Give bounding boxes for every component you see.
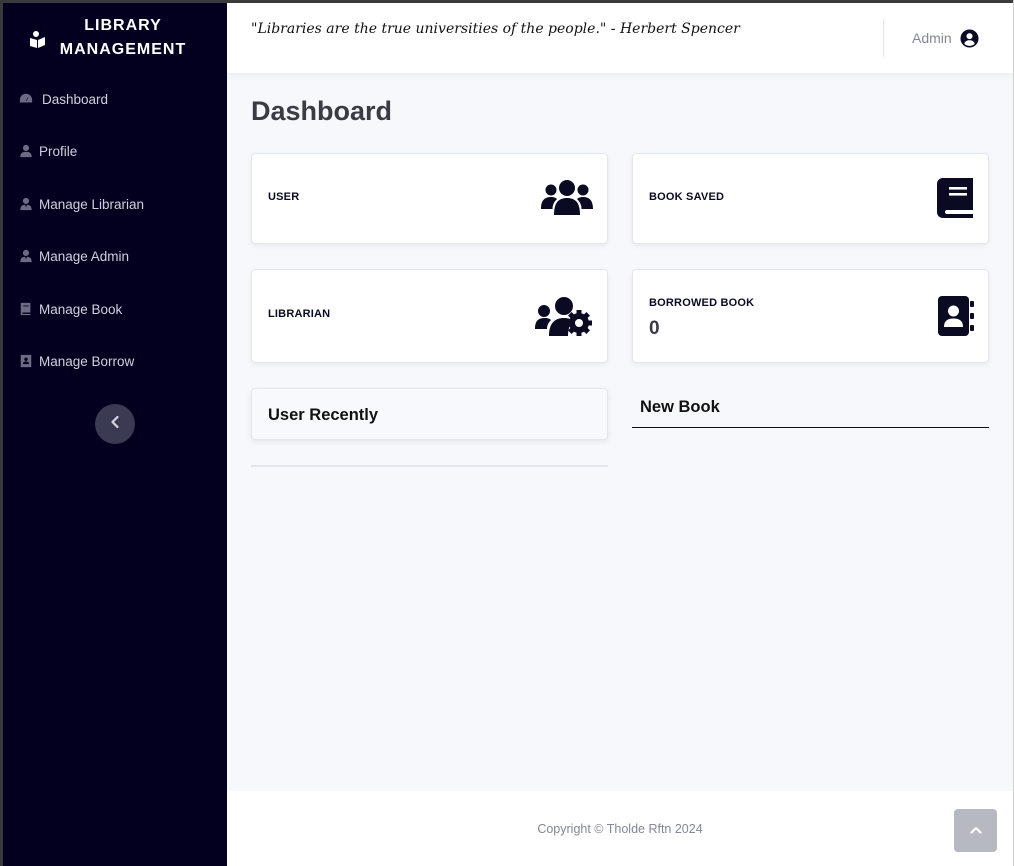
brand-title: LIBRARY MANAGEMENT xyxy=(48,14,198,62)
topbar: "Libraries are the true universities of … xyxy=(227,3,1013,73)
user-stat-card[interactable]: USER xyxy=(251,153,608,244)
topbar-divider xyxy=(883,19,884,57)
tachometer-icon xyxy=(18,91,34,107)
user-menu-dropdown[interactable]: Admin xyxy=(912,28,979,48)
copyright-text: Copyright © Tholde Rftn 2024 xyxy=(537,822,703,836)
new-book-title: New Book xyxy=(640,398,720,416)
user-circle-icon xyxy=(960,28,979,48)
sidebar-toggle-button[interactable] xyxy=(95,404,135,444)
book-saved-stat-card[interactable]: BOOK SAVED xyxy=(632,153,989,244)
card-label: BORROWED BOOK xyxy=(649,297,755,309)
window-left-border xyxy=(0,0,3,866)
sidebar-item-manage-admin[interactable]: Manage Admin xyxy=(0,236,227,276)
header-quote: "Libraries are the true universities of … xyxy=(251,21,740,37)
card-label: USER xyxy=(268,191,300,203)
user-tie-icon xyxy=(18,196,34,212)
sidebar-item-profile[interactable]: Profile xyxy=(0,131,227,171)
sidebar: LIBRARY MANAGEMENT Dashboard Profile Man… xyxy=(0,0,227,866)
address-book-icon xyxy=(18,353,34,369)
chevron-up-icon xyxy=(969,822,982,840)
sidebar-item-label: Manage Librarian xyxy=(39,196,145,212)
sidebar-item-manage-book[interactable]: Manage Book xyxy=(0,289,227,329)
sidebar-item-manage-librarian[interactable]: Manage Librarian xyxy=(0,184,227,224)
users-cog-icon xyxy=(535,296,593,341)
user-tie-icon xyxy=(18,248,34,264)
sidebar-item-manage-borrow[interactable]: Manage Borrow xyxy=(0,341,227,381)
librarian-stat-card[interactable]: LIBRARIAN xyxy=(251,269,608,363)
book-icon xyxy=(937,178,973,223)
sidebar-item-label: Dashboard xyxy=(42,91,109,107)
page-title: Dashboard xyxy=(251,96,393,126)
borrowed-book-stat-card[interactable]: BORROWED BOOK 0 xyxy=(632,269,989,363)
address-book-icon xyxy=(938,296,974,341)
window-top-border xyxy=(0,0,1014,3)
sidebar-item-dashboard[interactable]: Dashboard xyxy=(0,79,227,119)
brand-line-1: LIBRARY xyxy=(84,17,162,34)
sidebar-item-label: Manage Admin xyxy=(39,248,130,264)
user-icon xyxy=(18,143,34,159)
users-icon xyxy=(541,179,593,220)
footer: Copyright © Tholde Rftn 2024 xyxy=(227,791,1013,866)
book-reader-icon xyxy=(28,30,48,50)
brand-line-2: MANAGEMENT xyxy=(59,41,187,58)
sidebar-item-label: Manage Book xyxy=(39,301,123,317)
sidebar-brand[interactable]: LIBRARY MANAGEMENT xyxy=(0,3,227,71)
card-label: LIBRARIAN xyxy=(268,308,331,320)
sidebar-item-label: Profile xyxy=(39,143,78,159)
sidebar-item-label: Manage Borrow xyxy=(39,353,135,369)
chevron-left-icon xyxy=(110,415,120,433)
user-name: Admin xyxy=(912,30,952,46)
user-recently-panel: User Recently xyxy=(251,388,608,440)
book-icon xyxy=(18,301,34,317)
scroll-to-top-button[interactable] xyxy=(954,809,997,852)
user-recently-title: User Recently xyxy=(268,406,379,424)
card-value: 0 xyxy=(649,318,660,339)
new-book-divider xyxy=(632,427,989,428)
card-label: BOOK SAVED xyxy=(649,191,725,203)
user-recently-divider xyxy=(251,465,608,467)
